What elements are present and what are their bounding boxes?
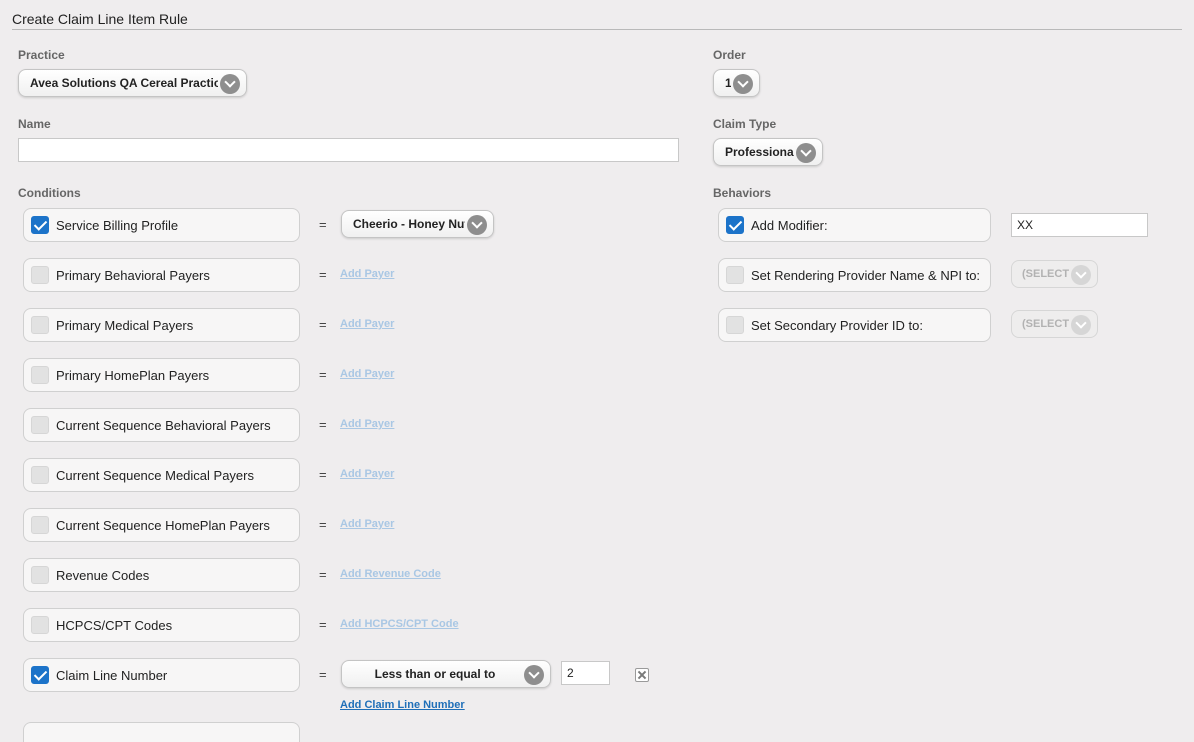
add-payer-link[interactable]: Add Payer [340, 468, 394, 480]
modifier-input[interactable] [1011, 213, 1148, 237]
add-revenue-code-link[interactable]: Add Revenue Code [340, 568, 441, 580]
add-payer-link[interactable]: Add Payer [340, 518, 394, 530]
chevron-down-icon [524, 665, 544, 685]
condition-current-sequence-homeplan-payers[interactable]: Current Sequence HomePlan Payers [23, 508, 300, 542]
behaviors-label: Behaviors [713, 186, 772, 200]
condition-service-billing-profile[interactable]: Service Billing Profile [23, 208, 300, 242]
practice-label: Practice [18, 48, 65, 62]
add-payer-link[interactable]: Add Payer [340, 418, 394, 430]
condition-label: Claim Line Number [56, 667, 168, 683]
checkbox-unchecked-icon[interactable] [31, 516, 49, 534]
checkbox-unchecked-icon[interactable] [31, 316, 49, 334]
claim-line-number-input[interactable] [561, 661, 610, 685]
equals-sign: = [319, 267, 327, 282]
equals-sign: = [319, 317, 327, 332]
condition-primary-behavioral-payers[interactable]: Primary Behavioral Payers [23, 258, 300, 292]
equals-sign: = [319, 467, 327, 482]
checkbox-checked-icon[interactable] [31, 216, 49, 234]
equals-sign: = [319, 217, 327, 232]
checkbox-checked-icon[interactable] [726, 216, 744, 234]
condition-revenue-codes[interactable]: Revenue Codes [23, 558, 300, 592]
claim-line-operator-value: Less than or equal to [374, 667, 496, 681]
remove-icon[interactable] [635, 668, 649, 682]
page-title: Create Claim Line Item Rule [12, 11, 188, 27]
add-payer-link[interactable]: Add Payer [340, 368, 394, 380]
checkbox-unchecked-icon[interactable] [31, 416, 49, 434]
checkbox-unchecked-icon[interactable] [726, 316, 744, 334]
checkbox-unchecked-icon[interactable] [31, 266, 49, 284]
rendering-provider-value: (SELECT) [1022, 268, 1069, 280]
chevron-down-icon [1071, 265, 1091, 285]
service-billing-profile-select[interactable]: Cheerio - Honey Nut [341, 210, 494, 238]
condition-label: Current Sequence Medical Payers [56, 467, 254, 483]
name-label: Name [18, 117, 51, 131]
equals-sign: = [319, 567, 327, 582]
claim-line-operator-select[interactable]: Less than or equal to [341, 660, 551, 688]
condition-label: HCPCS/CPT Codes [56, 617, 173, 633]
claim-type-select[interactable]: Professional [713, 138, 823, 166]
equals-sign: = [319, 667, 327, 682]
behavior-label: Add Modifier: [751, 217, 828, 233]
order-label: Order [713, 48, 746, 62]
checkbox-unchecked-icon[interactable] [31, 566, 49, 584]
equals-sign: = [319, 367, 327, 382]
behavior-set-rendering-provider[interactable]: Set Rendering Provider Name & NPI to: [718, 258, 991, 292]
checkbox-unchecked-icon[interactable] [31, 616, 49, 634]
condition-label: Revenue Codes [56, 567, 150, 583]
add-payer-link[interactable]: Add Payer [340, 268, 394, 280]
condition-label: Current Sequence Behavioral Payers [56, 417, 271, 433]
condition-label: Primary HomePlan Payers [56, 367, 210, 383]
secondary-provider-select[interactable]: (SELECT) [1011, 310, 1098, 338]
conditions-label: Conditions [18, 186, 81, 200]
practice-select-value: Avea Solutions QA Cereal Practice [30, 76, 218, 90]
service-billing-profile-value: Cheerio - Honey Nut [353, 217, 465, 231]
equals-sign: = [319, 517, 327, 532]
practice-select[interactable]: Avea Solutions QA Cereal Practice [18, 69, 247, 97]
condition-claim-line-number[interactable]: Claim Line Number [23, 658, 300, 692]
checkbox-unchecked-icon[interactable] [31, 366, 49, 384]
condition-label: Current Sequence HomePlan Payers [56, 517, 270, 533]
add-payer-link[interactable]: Add Payer [340, 318, 394, 330]
chevron-down-icon [796, 143, 816, 163]
add-hcpcs-cpt-code-link[interactable]: Add HCPCS/CPT Code [340, 618, 459, 630]
condition-next-row-partial [23, 722, 300, 742]
claim-type-select-value: Professional [725, 145, 794, 159]
order-select-value: 1 [725, 76, 731, 90]
behavior-label: Set Secondary Provider ID to: [751, 317, 923, 333]
condition-primary-medical-payers[interactable]: Primary Medical Payers [23, 308, 300, 342]
condition-current-sequence-medical-payers[interactable]: Current Sequence Medical Payers [23, 458, 300, 492]
rendering-provider-select[interactable]: (SELECT) [1011, 260, 1098, 288]
condition-label: Primary Behavioral Payers [56, 267, 210, 283]
chevron-down-icon [220, 74, 240, 94]
condition-primary-homeplan-payers[interactable]: Primary HomePlan Payers [23, 358, 300, 392]
behavior-set-secondary-provider-id[interactable]: Set Secondary Provider ID to: [718, 308, 991, 342]
secondary-provider-value: (SELECT) [1022, 318, 1069, 330]
checkbox-unchecked-icon[interactable] [726, 266, 744, 284]
condition-current-sequence-behavioral-payers[interactable]: Current Sequence Behavioral Payers [23, 408, 300, 442]
name-input[interactable] [18, 138, 679, 162]
behavior-label: Set Rendering Provider Name & NPI to: [751, 267, 981, 283]
add-claim-line-number-link[interactable]: Add Claim Line Number [340, 699, 465, 711]
checkbox-checked-icon[interactable] [31, 666, 49, 684]
chevron-down-icon [1071, 315, 1091, 335]
title-divider [12, 29, 1182, 30]
checkbox-unchecked-icon[interactable] [31, 466, 49, 484]
condition-label: Service Billing Profile [56, 217, 179, 233]
equals-sign: = [319, 417, 327, 432]
condition-hcpcs-cpt-codes[interactable]: HCPCS/CPT Codes [23, 608, 300, 642]
equals-sign: = [319, 617, 327, 632]
chevron-down-icon [467, 215, 487, 235]
behavior-add-modifier[interactable]: Add Modifier: [718, 208, 991, 242]
claim-type-label: Claim Type [713, 117, 777, 131]
chevron-down-icon [733, 74, 753, 94]
order-select[interactable]: 1 [713, 69, 760, 97]
condition-label: Primary Medical Payers [56, 317, 194, 333]
